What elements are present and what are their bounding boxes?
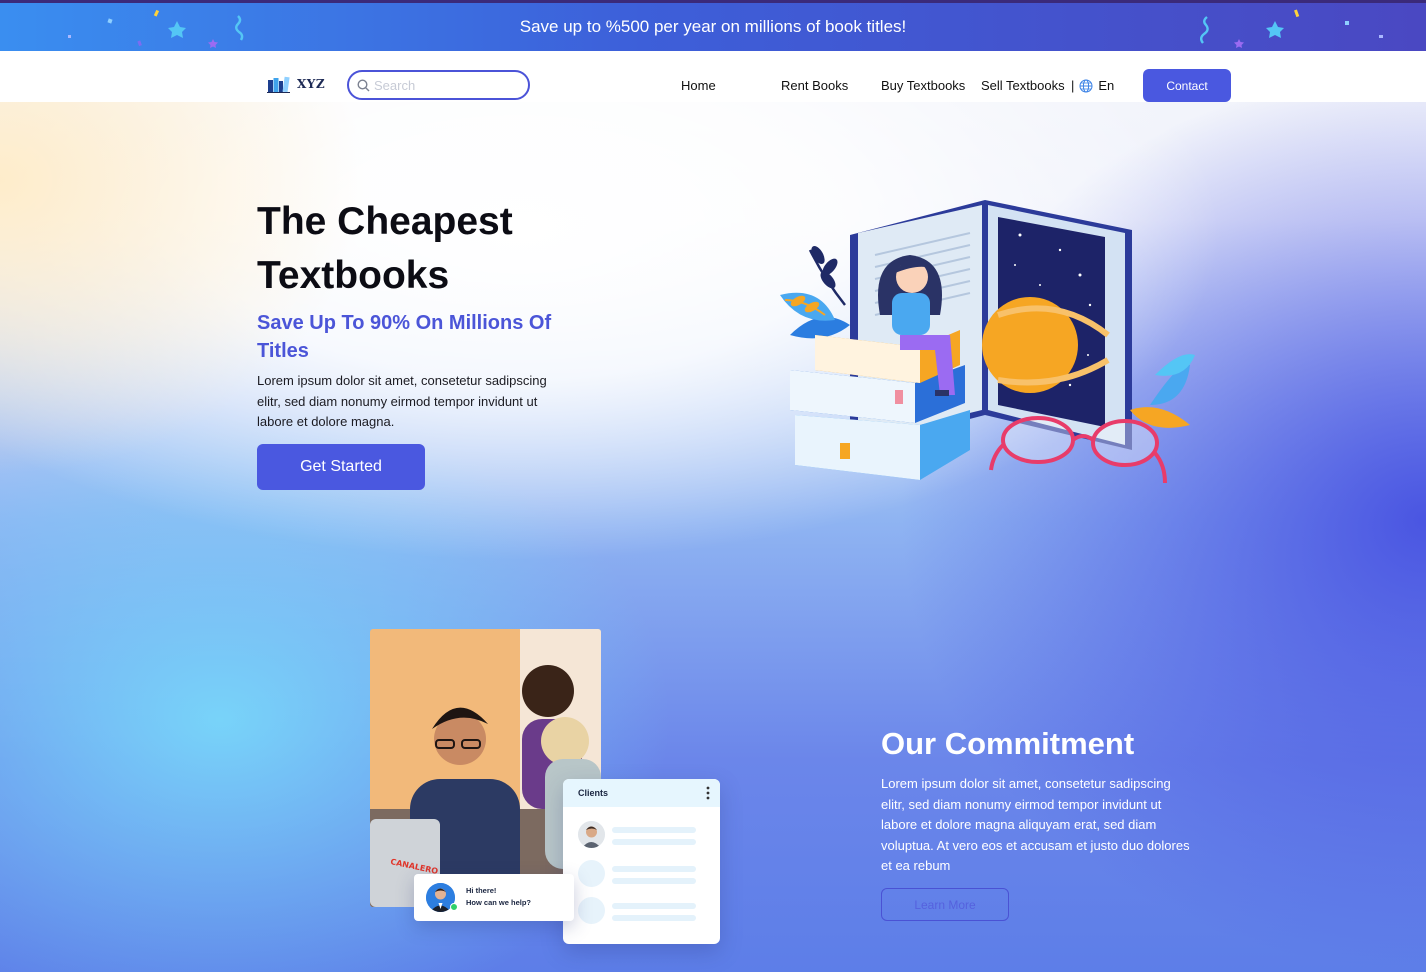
client-avatar xyxy=(578,821,605,848)
client-placeholder-line xyxy=(612,839,696,845)
chat-bubble-card[interactable]: Hi there! How can we help? xyxy=(414,874,574,921)
nav-link-rent-books[interactable]: Rent Books xyxy=(781,78,848,93)
clients-card-header: Clients xyxy=(563,779,720,807)
client-placeholder-line xyxy=(612,827,696,833)
hero-description: Lorem ipsum dolor sit amet, consetetur s… xyxy=(257,373,547,429)
hero-subtitle: Save Up To 90% On Millions Of Titles xyxy=(257,312,552,362)
hero-title: The Cheapest Textbooks xyxy=(257,200,513,297)
nav-link-sell-textbooks[interactable]: Sell Textbooks xyxy=(981,78,1065,93)
globe-icon xyxy=(1079,79,1093,92)
clients-card-title: Clients xyxy=(578,788,609,798)
client-placeholder-line xyxy=(612,903,696,909)
language-selector[interactable]: | En xyxy=(1071,78,1114,93)
clients-card: Clients xyxy=(563,779,720,944)
language-label: En xyxy=(1098,78,1115,93)
books-logo-icon xyxy=(267,76,290,93)
reading-girl-books-illustration xyxy=(780,200,1195,484)
chat-greeting: Hi there! xyxy=(466,886,497,895)
chat-question: How can we help? xyxy=(466,898,532,907)
nav-link-home[interactable]: Home xyxy=(681,78,716,93)
get-started-button[interactable]: Get Started xyxy=(257,444,425,490)
online-status-indicator xyxy=(450,903,458,911)
client-list-item[interactable] xyxy=(578,821,708,849)
logo-text: XYZ xyxy=(297,77,326,91)
client-placeholder-line xyxy=(612,915,696,921)
confetti-left-decoration xyxy=(68,9,244,48)
more-vertical-icon[interactable] xyxy=(706,786,710,800)
logo[interactable]: XYZ xyxy=(267,75,325,93)
confetti-right-decoration xyxy=(1200,9,1383,48)
learn-more-button[interactable]: Learn More xyxy=(881,888,1009,921)
commitment-title: Our Commitment xyxy=(881,726,1135,761)
nav-separator: | xyxy=(1071,78,1075,93)
nav-link-buy-textbooks[interactable]: Buy Textbooks xyxy=(881,78,965,93)
client-avatar-placeholder xyxy=(578,860,605,887)
contact-button[interactable]: Contact xyxy=(1143,69,1231,102)
promo-text: Save up to %500 per year on millions of … xyxy=(519,17,907,36)
commitment-description: Lorem ipsum dolor sit amet, consetetur s… xyxy=(881,776,1190,873)
search-input[interactable] xyxy=(374,77,519,93)
client-placeholder-line xyxy=(612,878,696,884)
client-avatar-placeholder xyxy=(578,897,605,924)
client-list-item[interactable] xyxy=(578,860,708,888)
top-navigation: XYZ Home Rent Books Buy Textbooks Sell T… xyxy=(0,51,1426,102)
client-placeholder-line xyxy=(612,866,696,872)
client-list-item[interactable] xyxy=(578,897,708,925)
promo-banner: Save up to %500 per year on millions of … xyxy=(0,0,1426,51)
search-box[interactable] xyxy=(347,70,530,100)
search-icon xyxy=(357,78,370,91)
